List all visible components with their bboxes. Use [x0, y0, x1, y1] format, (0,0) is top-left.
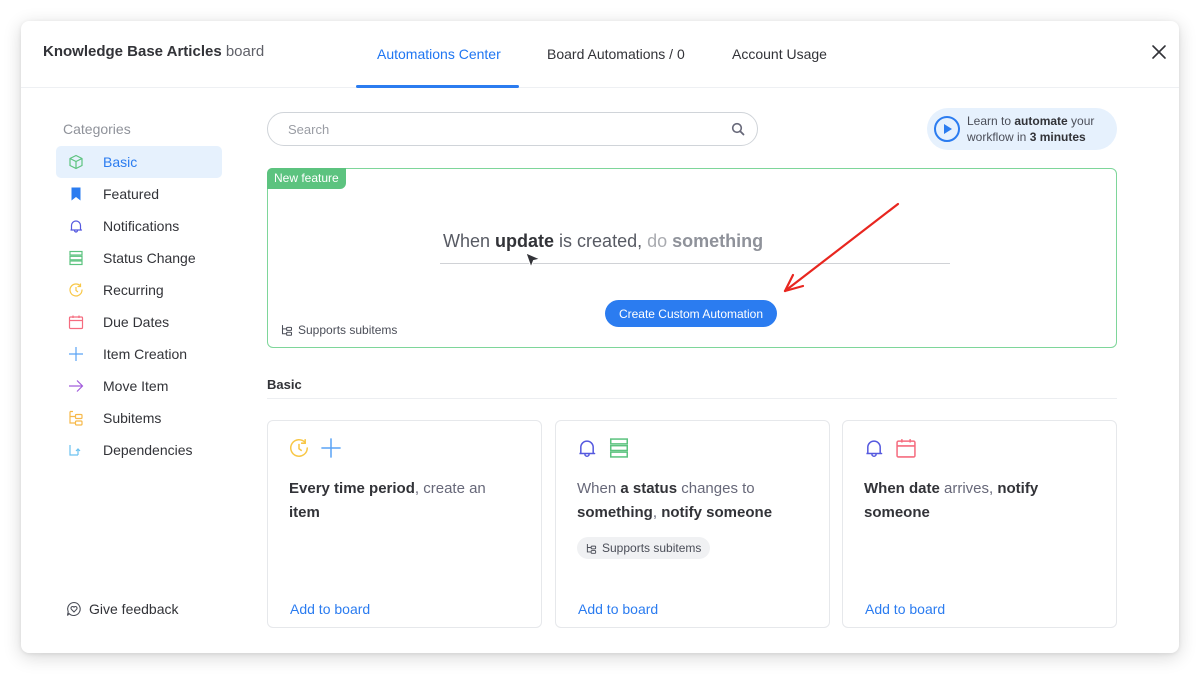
- arrow-right-icon: [68, 378, 84, 394]
- bell-icon: [68, 218, 84, 234]
- action-something[interactable]: something: [672, 231, 763, 251]
- feedback-heart-icon: [66, 601, 81, 616]
- close-icon: [1152, 45, 1166, 59]
- automation-description: When date arrives, notify someone: [864, 480, 1039, 521]
- automation-card[interactable]: When a status changes to something, noti…: [555, 420, 830, 628]
- bookmark-icon: [68, 186, 84, 202]
- dependencies-icon: [68, 442, 84, 458]
- tab-automations-center[interactable]: Automations Center: [377, 46, 501, 62]
- sidebar-item-label: Recurring: [103, 282, 164, 298]
- tab-board-automations[interactable]: Board Automations / 0: [547, 46, 685, 62]
- sidebar-item-label: Item Creation: [103, 346, 188, 362]
- mouse-cursor-icon: [525, 252, 542, 269]
- section-title-basic: Basic: [267, 377, 302, 392]
- new-feature-badge: New feature: [267, 168, 346, 189]
- sidebar-item-label: Move Item: [103, 378, 169, 394]
- sidebar-item-label: Status Change: [103, 250, 196, 266]
- plus-icon: [321, 438, 341, 458]
- learn-text: Learn to automate your workflow in 3 min…: [967, 114, 1095, 144]
- add-to-board-link[interactable]: Add to board: [290, 601, 370, 617]
- sidebar-item-subitems[interactable]: Subitems: [56, 402, 222, 434]
- sidebar-item-due-dates[interactable]: Due Dates: [56, 306, 222, 338]
- section-divider: [267, 398, 1117, 399]
- sidebar-item-label: Notifications: [103, 218, 180, 234]
- recurring-clock-icon: [68, 282, 84, 298]
- calendar-icon: [896, 439, 916, 458]
- automation-description: Every time period, create an item: [289, 480, 486, 521]
- add-to-board-link[interactable]: Add to board: [578, 601, 658, 617]
- subitems-icon: [586, 543, 597, 554]
- automation-description: When a status changes to something, noti…: [577, 480, 773, 521]
- board-title: Knowledge Base Articles board: [43, 43, 264, 60]
- close-button[interactable]: [1149, 42, 1169, 62]
- tab-account-usage[interactable]: Account Usage: [732, 46, 827, 62]
- automation-card[interactable]: Every time period, create an item Add to…: [267, 420, 542, 628]
- sidebar-item-featured[interactable]: Featured: [56, 178, 222, 210]
- sidebar-item-basic[interactable]: Basic: [56, 146, 222, 178]
- sidebar-item-recurring[interactable]: Recurring: [56, 274, 222, 306]
- bell-icon: [579, 440, 596, 457]
- automation-sentence: When update is created, do something: [443, 231, 764, 251]
- cube-icon: [68, 154, 84, 170]
- give-feedback-link[interactable]: Give feedback: [66, 601, 179, 617]
- search-input[interactable]: [288, 121, 708, 137]
- sidebar-item-label: Featured: [103, 186, 160, 202]
- search-icon[interactable]: [731, 122, 745, 136]
- learn-automate-video-button[interactable]: Learn to automate your workflow in 3 min…: [927, 108, 1117, 150]
- sidebar-item-label: Due Dates: [103, 314, 170, 330]
- annotation-arrow-icon: [783, 202, 900, 293]
- sidebar-item-item-creation[interactable]: Item Creation: [56, 338, 222, 370]
- modal-header: Knowledge Base Articles board Automation…: [21, 21, 1179, 88]
- board-name: Knowledge Base Articles: [43, 43, 222, 60]
- sidebar-item-dependencies[interactable]: Dependencies: [56, 434, 222, 466]
- sidebar-item-status-change[interactable]: Status Change: [56, 242, 222, 274]
- sidebar-item-label: Dependencies: [103, 442, 193, 458]
- sidebar-item-notifications[interactable]: Notifications: [56, 210, 222, 242]
- plus-icon: [68, 346, 84, 362]
- categories-title: Categories: [63, 121, 131, 137]
- custom-automation-feature-box: New feature When update is created, do s…: [267, 168, 1117, 348]
- board-suffix: board: [225, 43, 265, 60]
- subitems-icon: [281, 325, 293, 336]
- give-feedback-label: Give feedback: [89, 601, 179, 617]
- play-icon: [934, 116, 960, 142]
- sidebar-item-label: Subitems: [103, 410, 162, 426]
- supports-subitems-label: Supports subitems: [281, 323, 397, 337]
- status-icon: [609, 438, 629, 458]
- status-icon: [68, 250, 84, 266]
- trigger-update[interactable]: update: [495, 231, 554, 251]
- create-custom-automation-button[interactable]: Create Custom Automation: [605, 300, 777, 327]
- subitems-icon: [68, 410, 84, 426]
- add-to-board-link[interactable]: Add to board: [865, 601, 945, 617]
- calendar-icon: [68, 314, 84, 330]
- active-tab-indicator: [356, 85, 519, 88]
- automation-card[interactable]: When date arrives, notify someone Add to…: [842, 420, 1117, 628]
- sidebar-item-move-item[interactable]: Move Item: [56, 370, 222, 402]
- supports-subitems-chip: Supports subitems: [577, 537, 711, 559]
- automations-modal: Knowledge Base Articles board Automation…: [21, 21, 1179, 653]
- recurring-clock-icon: [290, 438, 309, 457]
- bell-icon: [866, 440, 883, 457]
- search-box: [267, 112, 758, 146]
- sidebar-item-label: Basic: [103, 154, 138, 170]
